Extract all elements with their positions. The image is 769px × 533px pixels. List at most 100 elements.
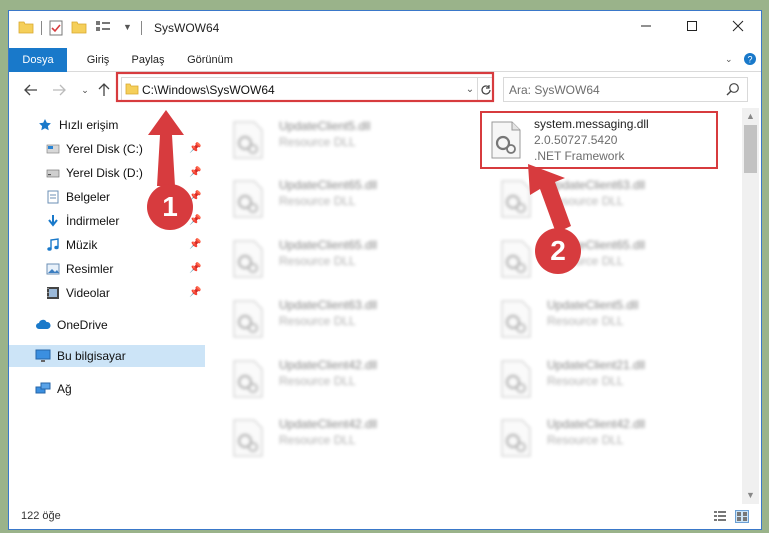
- file-type: Resource DLL: [279, 254, 356, 268]
- sidebar-item-label: Bu bilgisayar: [57, 349, 126, 363]
- properties-icon[interactable]: [49, 20, 63, 39]
- file-type: Resource DLL: [279, 433, 356, 447]
- highlight-box: [480, 111, 718, 169]
- file-name: UpdateClient42.dll: [279, 358, 378, 372]
- sidebar-item-drive-c[interactable]: Yerel Disk (C:) 📌: [9, 138, 205, 160]
- details-view-icon[interactable]: [713, 510, 727, 523]
- file-type: Resource DLL: [279, 374, 356, 388]
- folder-icon[interactable]: [18, 20, 34, 37]
- back-button[interactable]: [22, 81, 40, 99]
- sidebar-item-drive-d[interactable]: Yerel Disk (D:) 📌: [9, 162, 205, 184]
- dll-file-icon: [501, 419, 531, 457]
- customize-dropdown-icon[interactable]: ▼: [123, 22, 132, 32]
- expand-ribbon-icon[interactable]: ⌄: [725, 54, 733, 65]
- folder-icon: [125, 82, 139, 98]
- new-folder-icon[interactable]: [71, 20, 87, 37]
- scroll-up-icon[interactable]: ▲: [742, 108, 759, 125]
- address-dropdown-icon[interactable]: ⌄: [463, 81, 477, 98]
- scroll-down-icon[interactable]: ▼: [742, 487, 759, 504]
- file-list: UpdateClient5.dll Resource DLL UpdateCli…: [214, 108, 741, 504]
- pin-icon[interactable]: 📌: [189, 167, 201, 178]
- list-item[interactable]: UpdateClient42.dll Resource DLL: [482, 411, 722, 465]
- view-options-icon[interactable]: [95, 20, 113, 37]
- dll-file-icon: [501, 240, 531, 278]
- list-item[interactable]: UpdateClient21.dll Resource DLL: [482, 352, 722, 406]
- list-item[interactable]: UpdateClient65.dll Resource DLL: [214, 232, 454, 286]
- file-name: UpdateClient63.dll: [547, 178, 646, 192]
- file-type: Resource DLL: [279, 135, 356, 149]
- documents-icon: [45, 189, 61, 205]
- search-box[interactable]: [503, 77, 748, 102]
- large-icons-view-icon[interactable]: [735, 510, 749, 523]
- list-item[interactable]: UpdateClient5.dll Resource DLL: [482, 292, 722, 346]
- search-icon[interactable]: [726, 82, 740, 99]
- back-arrow-icon: [24, 84, 37, 96]
- sidebar-item-label: İndirmeler: [66, 214, 120, 228]
- star-icon: [37, 117, 53, 133]
- drive-icon: [45, 165, 61, 181]
- recent-locations-button[interactable]: ⌄: [76, 81, 94, 99]
- forward-button[interactable]: [50, 81, 68, 99]
- pin-icon[interactable]: 📌: [189, 143, 201, 154]
- list-item[interactable]: UpdateClient42.dll Resource DLL: [214, 411, 454, 465]
- vertical-scrollbar[interactable]: ▲ ▼: [742, 108, 759, 504]
- tab-view[interactable]: Görünüm: [179, 48, 241, 72]
- pin-icon[interactable]: 📌: [189, 263, 201, 274]
- sidebar-item-network[interactable]: Ağ: [9, 378, 205, 400]
- address-path[interactable]: C:\Windows\SysWOW64: [142, 83, 275, 97]
- sidebar-item-onedrive[interactable]: OneDrive: [9, 314, 205, 336]
- dll-file-icon: [233, 180, 263, 218]
- sidebar-item-label: Yerel Disk (D:): [66, 166, 143, 180]
- help-icon[interactable]: ?: [743, 52, 757, 69]
- forward-arrow-icon: [53, 84, 66, 96]
- sidebar-item-label: Belgeler: [66, 190, 111, 204]
- list-item[interactable]: UpdateClient63.dll Resource DLL: [482, 172, 722, 226]
- pin-icon[interactable]: 📌: [189, 239, 201, 250]
- item-count: 122 öğe: [21, 510, 61, 522]
- minimize-icon: [641, 25, 651, 27]
- sidebar-item-quick-access[interactable]: Hızlı erişim: [9, 114, 205, 136]
- sidebar-item-music[interactable]: Müzik 📌: [9, 234, 205, 256]
- sidebar-item-label: Resimler: [66, 262, 114, 276]
- address-bar[interactable]: C:\Windows\SysWOW64 ⌄: [121, 77, 494, 102]
- close-button[interactable]: [715, 11, 761, 41]
- sidebar-item-label: Yerel Disk (C:): [66, 142, 143, 156]
- list-item[interactable]: UpdateClient5.dll Resource DLL: [214, 113, 454, 167]
- search-input[interactable]: [509, 81, 719, 98]
- sidebar-item-label: Ağ: [57, 382, 72, 396]
- scroll-thumb[interactable]: [744, 125, 757, 173]
- minimize-button[interactable]: [623, 11, 669, 41]
- network-icon: [35, 381, 51, 397]
- window-title: SysWOW64: [154, 21, 220, 35]
- sidebar-item-pictures[interactable]: Resimler 📌: [9, 258, 205, 280]
- sidebar-item-this-pc[interactable]: Bu bilgisayar: [9, 345, 205, 367]
- drive-icon: [45, 141, 61, 157]
- maximize-button[interactable]: [669, 11, 715, 41]
- list-item[interactable]: UpdateClient65.dll Resource DLL: [482, 232, 722, 286]
- sidebar-item-videos[interactable]: Videolar 📌: [9, 282, 205, 304]
- explorer-window: ▼ SysWOW64 Dosya Giriş Paylaş Görünüm ⌄ …: [8, 10, 762, 530]
- sidebar-item-label: Videolar: [66, 286, 110, 300]
- sidebar-item-label: Hızlı erişim: [59, 118, 119, 132]
- navigation-bar: ⌄ C:\Windows\SysWOW64 ⌄: [9, 73, 761, 107]
- pin-icon[interactable]: 📌: [189, 287, 201, 298]
- tab-share[interactable]: Paylaş: [123, 48, 173, 72]
- tab-file[interactable]: Dosya: [9, 48, 67, 72]
- download-icon: [45, 213, 61, 229]
- quick-access-divider: [41, 21, 42, 35]
- list-item[interactable]: UpdateClient65.dll Resource DLL: [214, 172, 454, 226]
- step-2-badge: 2: [535, 228, 581, 274]
- list-item[interactable]: UpdateClient42.dll Resource DLL: [214, 352, 454, 406]
- file-type: Resource DLL: [547, 194, 624, 208]
- svg-text:?: ?: [747, 55, 752, 65]
- list-item[interactable]: UpdateClient63.dll Resource DLL: [214, 292, 454, 346]
- dll-file-icon: [233, 360, 263, 398]
- ribbon-tabs: Dosya Giriş Paylaş Görünüm ⌄ ?: [9, 48, 761, 72]
- videos-icon: [45, 285, 61, 301]
- maximize-icon: [687, 21, 697, 31]
- refresh-button[interactable]: [477, 78, 494, 101]
- tab-home[interactable]: Giriş: [75, 48, 121, 72]
- dll-file-icon: [233, 300, 263, 338]
- up-button[interactable]: [95, 81, 113, 99]
- file-name: UpdateClient65.dll: [279, 238, 378, 252]
